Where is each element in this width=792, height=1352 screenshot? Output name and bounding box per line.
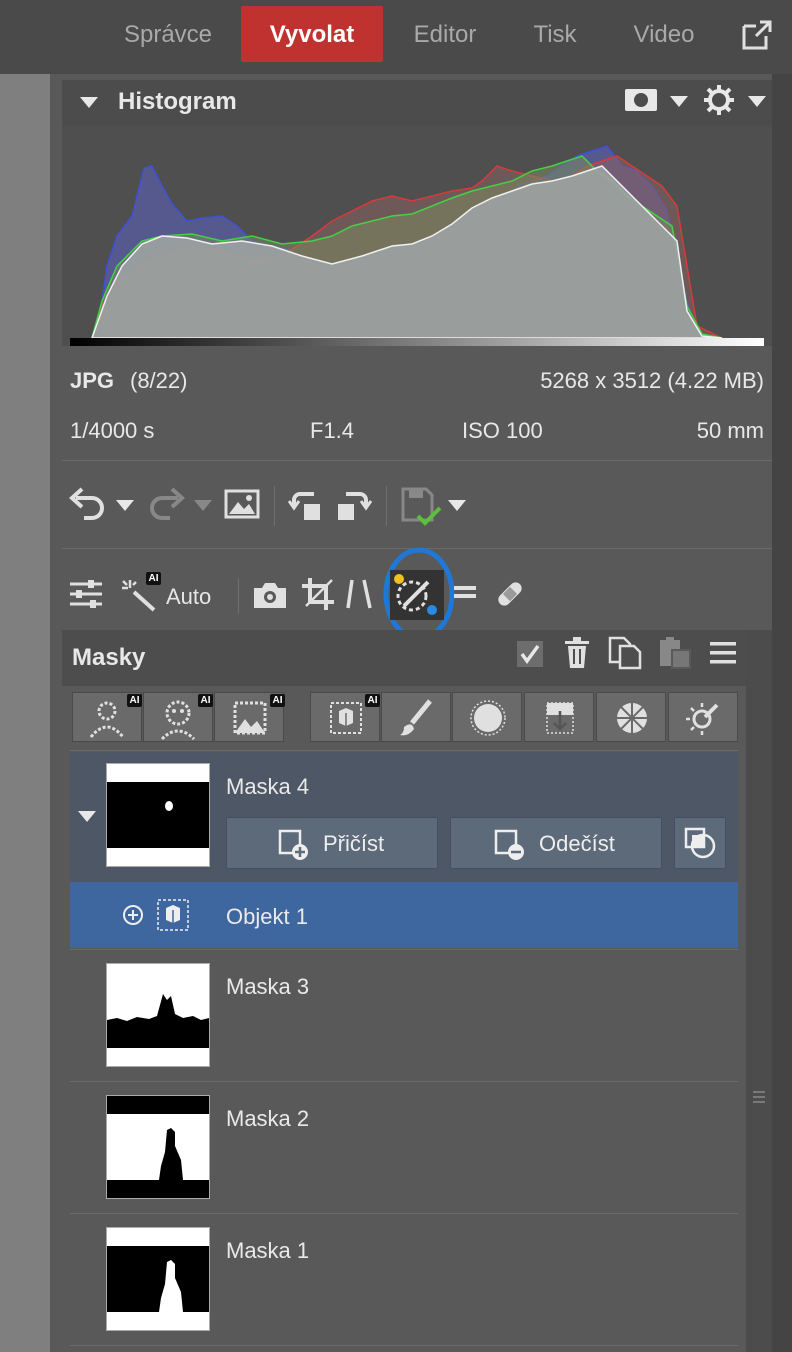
- mask-name[interactable]: Maska 2: [226, 1106, 309, 1132]
- clipping-view-icon[interactable]: [624, 88, 658, 112]
- mask-name[interactable]: Maska 4: [226, 774, 309, 800]
- histogram-display: [62, 126, 772, 346]
- masks-visibility-checkbox[interactable]: [516, 640, 544, 668]
- settings-dropdown-icon[interactable]: [748, 96, 766, 107]
- shutter-speed: 1/4000 s: [70, 418, 155, 443]
- masks-tool-button[interactable]: [390, 570, 444, 620]
- save-changes-icon[interactable]: [400, 486, 446, 530]
- tab-editor[interactable]: Editor: [394, 6, 496, 62]
- divider: [62, 460, 772, 461]
- trash-icon[interactable]: [564, 636, 590, 670]
- perspective-icon[interactable]: [344, 576, 372, 612]
- tab-video[interactable]: Video: [616, 6, 712, 62]
- add-mask-icon: [278, 829, 308, 860]
- masks-header: [62, 630, 746, 686]
- scroll-grip-icon[interactable]: [752, 1090, 766, 1104]
- ai-badge: AI: [198, 694, 213, 707]
- add-label: Přičíst: [323, 831, 385, 856]
- radial-gradient-icon: [470, 700, 506, 736]
- color-wheel-icon: [617, 703, 647, 733]
- focal-length: 50 mm: [696, 418, 764, 443]
- mask-thumbnail: [106, 1095, 210, 1199]
- settings-gear-icon[interactable]: [702, 84, 736, 116]
- mask-radial-button[interactable]: [452, 692, 522, 742]
- mask-1-preview: [107, 1228, 209, 1330]
- ai-badge: AI: [146, 572, 161, 585]
- crop-icon[interactable]: [300, 576, 338, 612]
- paste-icon[interactable]: [658, 636, 692, 670]
- file-format: JPG: [70, 368, 115, 393]
- toolbar-separator: [274, 486, 275, 526]
- luminance-picker-icon: [686, 703, 719, 735]
- add-mode-icon[interactable]: [122, 904, 144, 926]
- redo-icon[interactable]: [146, 486, 186, 522]
- ai-badge: AI: [127, 694, 142, 707]
- left-gutter: [0, 74, 50, 1352]
- mask-brush-icon: [394, 574, 437, 615]
- external-window-icon[interactable]: [740, 18, 774, 52]
- tab-spravce[interactable]: Správce: [106, 6, 230, 62]
- clipping-dropdown-icon[interactable]: [670, 96, 688, 107]
- subtract-label: Odečíst: [539, 831, 615, 856]
- mask-thumbnail: [106, 1227, 210, 1331]
- subtract-mask-icon: [494, 829, 524, 860]
- redo-dropdown-icon[interactable]: [194, 500, 212, 511]
- right-gutter: [772, 74, 792, 1352]
- tab-tisk[interactable]: Tisk: [510, 6, 600, 62]
- undo-dropdown-icon[interactable]: [116, 500, 134, 511]
- mask-2-preview: [107, 1096, 209, 1198]
- divider: [70, 750, 738, 751]
- masks-menu-icon[interactable]: [710, 640, 736, 666]
- iso-value: ISO 100: [462, 418, 543, 443]
- intersect-icon: [684, 827, 716, 859]
- mask-brush-button[interactable]: [381, 692, 451, 742]
- camera-icon[interactable]: [252, 580, 288, 610]
- masks-title: Masky: [72, 644, 146, 671]
- mask-luminance-button[interactable]: [668, 692, 738, 742]
- component-name[interactable]: Objekt 1: [226, 904, 308, 930]
- expand-chevron-icon[interactable]: [78, 811, 96, 822]
- divider: [70, 1345, 738, 1346]
- rotate-left-icon[interactable]: [288, 486, 328, 524]
- mask-thumbnail: [106, 963, 210, 1067]
- top-nav: Správce Vyvolat Editor Tisk Video: [0, 0, 792, 74]
- mask-name[interactable]: Maska 3: [226, 974, 309, 1000]
- collapse-chevron-icon[interactable]: [80, 97, 98, 108]
- file-index: (8/22): [130, 368, 188, 393]
- gradient-filter-icon[interactable]: [452, 580, 478, 608]
- ai-badge: AI: [270, 694, 285, 707]
- undo-icon[interactable]: [68, 486, 108, 522]
- histogram-graph: [70, 145, 764, 346]
- mask-thumbnail: [106, 763, 210, 867]
- save-dropdown-icon[interactable]: [448, 500, 466, 511]
- tab-vyvolat[interactable]: Vyvolat: [241, 6, 383, 62]
- rotate-right-icon[interactable]: [336, 486, 376, 524]
- histogram-title: Histogram: [118, 88, 237, 115]
- add-to-mask-button[interactable]: Přičíst: [226, 817, 438, 869]
- adjustments-icon[interactable]: [68, 578, 104, 610]
- copy-icon[interactable]: [608, 636, 642, 670]
- mask-4-preview: [107, 782, 209, 848]
- file-dimensions: 5268 x 3512 (4.22 MB): [540, 368, 764, 393]
- mask-name[interactable]: Maska 1: [226, 1238, 309, 1264]
- brush-icon: [400, 699, 432, 736]
- mask-3-preview: [107, 964, 209, 1066]
- ai-badge: AI: [365, 694, 380, 707]
- object-select-icon: [157, 899, 189, 931]
- masks-scrollbar[interactable]: [746, 630, 772, 1352]
- mask-gradient-button[interactable]: [524, 692, 594, 742]
- intersect-mask-button[interactable]: [674, 817, 726, 869]
- toolbar-separator: [386, 486, 387, 526]
- aperture: F1.4: [310, 418, 355, 443]
- healing-bandage-icon[interactable]: [492, 576, 528, 612]
- mask-color-range-button[interactable]: [596, 692, 666, 742]
- toolbar-separator: [238, 578, 239, 614]
- linear-gradient-icon: [546, 702, 574, 734]
- auto-label[interactable]: Auto: [166, 584, 211, 610]
- subtract-from-mask-button[interactable]: Odečíst: [450, 817, 662, 869]
- compare-image-icon[interactable]: [224, 488, 260, 520]
